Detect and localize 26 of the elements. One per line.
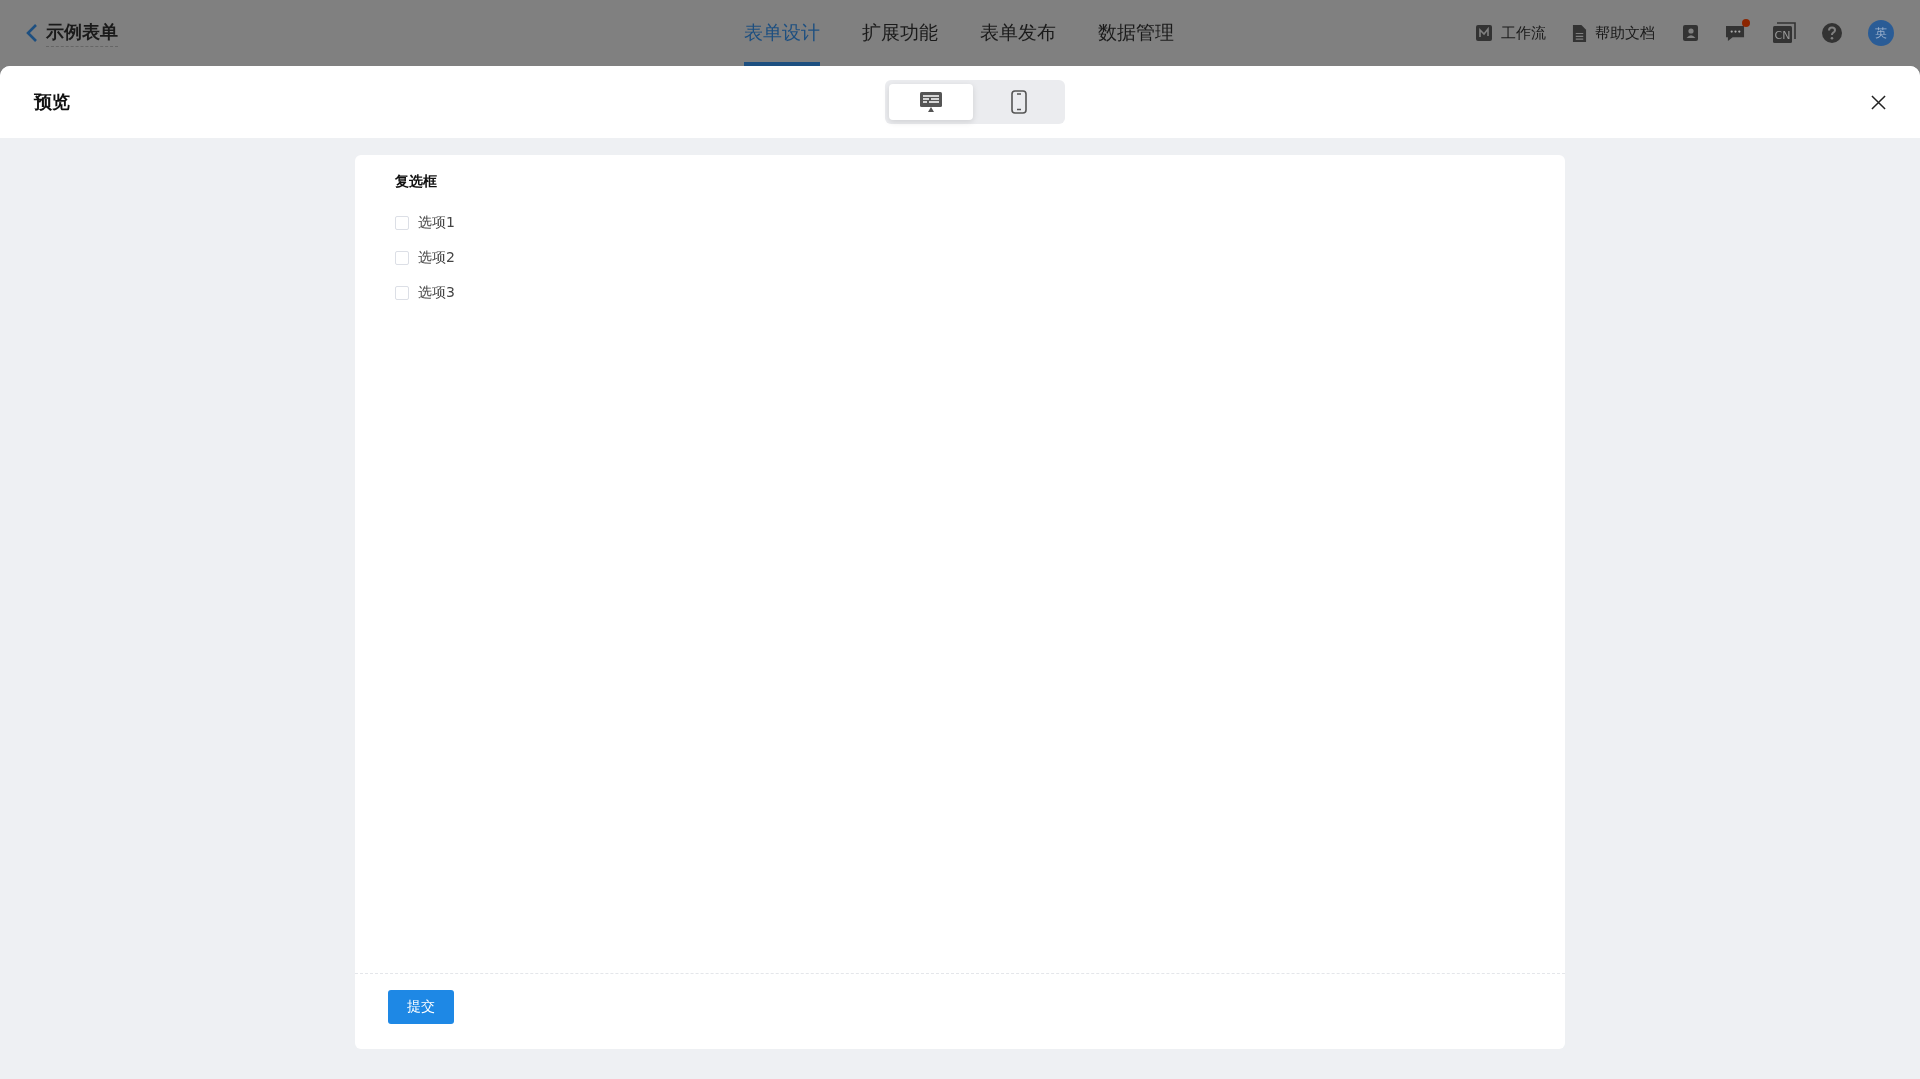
- checkbox[interactable]: [395, 251, 409, 265]
- nav-tab[interactable]: 扩展功能: [862, 0, 938, 66]
- phone-icon: [1011, 90, 1027, 114]
- user-avatar[interactable]: 英: [1868, 20, 1894, 46]
- nav-tab[interactable]: 表单发布: [980, 0, 1056, 66]
- back-icon[interactable]: [26, 23, 38, 43]
- contacts-icon[interactable]: [1681, 24, 1699, 42]
- modal-title: 预览: [34, 90, 70, 114]
- checkbox[interactable]: [395, 216, 409, 230]
- document-icon[interactable]: [1572, 23, 1587, 43]
- option-label[interactable]: 选项2: [418, 249, 455, 267]
- option-label[interactable]: 选项3: [418, 284, 455, 302]
- desktop-view-button[interactable]: [889, 84, 973, 120]
- close-icon[interactable]: [1871, 94, 1886, 110]
- submit-button[interactable]: 提交: [388, 990, 454, 1024]
- message-icon[interactable]: [1725, 23, 1746, 43]
- help-icon[interactable]: [1822, 23, 1842, 43]
- form-title: 示例表单: [46, 19, 118, 47]
- header-link[interactable]: 帮助文档: [1595, 23, 1655, 43]
- field-label: 复选框: [395, 173, 437, 191]
- nav-tab[interactable]: 数据管理: [1098, 0, 1174, 66]
- header-link[interactable]: 工作流: [1501, 23, 1546, 43]
- option-label[interactable]: 选项1: [418, 214, 455, 232]
- monitor-icon: [919, 91, 943, 113]
- checkbox[interactable]: [395, 286, 409, 300]
- workflow-icon[interactable]: [1475, 24, 1493, 42]
